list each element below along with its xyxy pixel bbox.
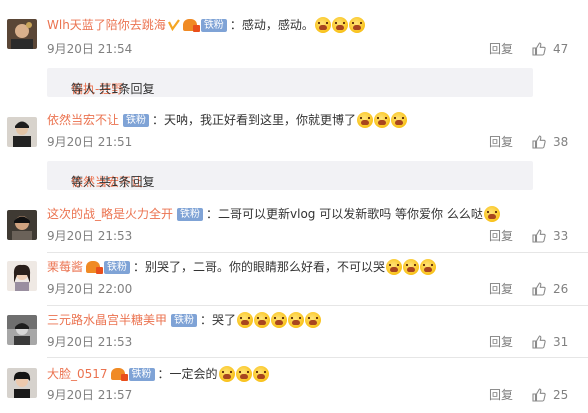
- crying-face-icon: [331, 17, 348, 33]
- thumbs-up-icon: [532, 229, 546, 243]
- username-link[interactable]: 栗莓酱: [47, 259, 83, 275]
- fan-badge: 铁粉: [104, 260, 131, 274]
- reply-button[interactable]: 回复: [489, 335, 513, 349]
- divider: [47, 357, 588, 358]
- username-link[interactable]: 三元路水晶宫半糖美甲: [47, 312, 167, 328]
- like-count: 26: [553, 282, 569, 296]
- crying-face-icon: [314, 17, 331, 33]
- timestamp: 9月20日 22:00: [47, 282, 133, 296]
- crying-face-icon: [374, 112, 391, 128]
- crying-face-icon: [403, 259, 420, 275]
- comment-text: ：别哭了，二哥。你的眼睛那么好看，不可以哭: [133, 260, 386, 274]
- fan-badge: 铁粉: [128, 367, 155, 381]
- username-link[interactable]: 这次的战_略是火力全开: [47, 206, 173, 222]
- thumbs-up-icon: [532, 42, 546, 56]
- crying-face-icon: [305, 312, 322, 328]
- avatar[interactable]: [7, 117, 37, 147]
- avatar[interactable]: [7, 368, 37, 398]
- username-link[interactable]: 依然当宏不让: [47, 112, 119, 128]
- like-button[interactable]: 26: [532, 282, 568, 296]
- crying-face-icon: [218, 366, 235, 382]
- comment-text: ：感动，感动。: [229, 18, 314, 32]
- fan-badge: 铁粉: [177, 207, 204, 221]
- crying-face-icon: [483, 206, 500, 222]
- avatar[interactable]: [7, 315, 37, 345]
- crying-face-icon: [288, 312, 305, 328]
- crown-icon: [110, 368, 128, 381]
- fan-badge: 铁粉: [200, 18, 227, 32]
- reply-button[interactable]: 回复: [489, 42, 513, 56]
- verified-icon: [167, 19, 180, 31]
- timestamp: 9月20日 21:51: [47, 135, 133, 149]
- like-button[interactable]: 38: [532, 135, 568, 149]
- crying-face-icon: [254, 312, 271, 328]
- comment-header: 大脸_0517 铁粉 ：一定会的: [47, 366, 269, 382]
- crying-face-icon: [252, 366, 269, 382]
- thumbs-up-icon: [532, 388, 546, 402]
- reply-button[interactable]: 回复: [489, 388, 513, 402]
- like-button[interactable]: 33: [532, 229, 568, 243]
- comment-header: Wlh天蓝了陪你去跳海 铁粉 ：感动，感动。: [47, 17, 365, 33]
- like-count: 38: [553, 135, 569, 149]
- avatar[interactable]: [7, 19, 37, 49]
- username-link[interactable]: 大脸_0517: [47, 366, 108, 382]
- divider: [47, 252, 588, 253]
- reply-button[interactable]: 回复: [489, 229, 513, 243]
- like-button[interactable]: 25: [532, 388, 568, 402]
- like-button[interactable]: 47: [532, 42, 568, 56]
- reply-button[interactable]: 回复: [489, 282, 513, 296]
- thumbs-up-icon: [532, 135, 546, 149]
- comment-text: ：天呐，我正好看到这里，你就更博了: [152, 113, 357, 127]
- comment-header: 依然当宏不让 铁粉 ：天呐，我正好看到这里，你就更博了: [47, 112, 408, 128]
- username-link[interactable]: Wlh天蓝了陪你去跳海: [47, 17, 166, 33]
- crying-face-icon: [235, 366, 252, 382]
- reply-summary-text[interactable]: 等人 共1条回复: [71, 82, 154, 97]
- avatar[interactable]: [7, 210, 37, 240]
- comment-text: ：哭了: [200, 313, 237, 327]
- crying-face-icon: [386, 259, 403, 275]
- reply-summary[interactable]: 偏执-狂野 等人 共1条回复: [47, 68, 533, 97]
- reply-summary[interactable]: 依然当宏不让 等人 共1条回复: [47, 161, 533, 190]
- like-count: 47: [553, 42, 569, 56]
- crying-face-icon: [271, 312, 288, 328]
- comment-text: ：一定会的: [157, 367, 218, 381]
- crying-face-icon: [420, 259, 437, 275]
- crying-face-icon: [357, 112, 374, 128]
- like-button[interactable]: 31: [532, 335, 568, 349]
- fan-badge: 铁粉: [171, 313, 198, 327]
- thumbs-up-icon: [532, 282, 546, 296]
- comment-text: ：二哥可以更新vlog 可以发新歌吗 等你爱你 么么哒: [206, 207, 483, 221]
- comment-header: 这次的战_略是火力全开 铁粉 ：二哥可以更新vlog 可以发新歌吗 等你爱你 么…: [47, 206, 500, 222]
- crying-face-icon: [348, 17, 365, 33]
- reply-button[interactable]: 回复: [489, 135, 513, 149]
- reply-summary-text[interactable]: 等人 共1条回复: [71, 175, 154, 190]
- divider: [47, 305, 588, 306]
- fan-badge: 铁粉: [123, 113, 150, 127]
- thumbs-up-icon: [532, 335, 546, 349]
- comment-header: 栗莓酱 铁粉 ：别哭了，二哥。你的眼睛那么好看，不可以哭: [47, 259, 437, 275]
- like-count: 31: [553, 335, 569, 349]
- crying-face-icon: [237, 312, 254, 328]
- timestamp: 9月20日 21:57: [47, 388, 133, 402]
- timestamp: 9月20日 21:54: [47, 42, 133, 56]
- timestamp: 9月20日 21:53: [47, 229, 133, 243]
- crown-icon: [86, 261, 104, 274]
- like-count: 33: [553, 229, 569, 243]
- timestamp: 9月20日 21:53: [47, 335, 133, 349]
- comment-header: 三元路水晶宫半糖美甲 铁粉 ：哭了: [47, 312, 322, 328]
- avatar[interactable]: [7, 261, 37, 291]
- like-count: 25: [553, 388, 569, 402]
- crying-face-icon: [391, 112, 408, 128]
- crown-icon: [182, 19, 200, 32]
